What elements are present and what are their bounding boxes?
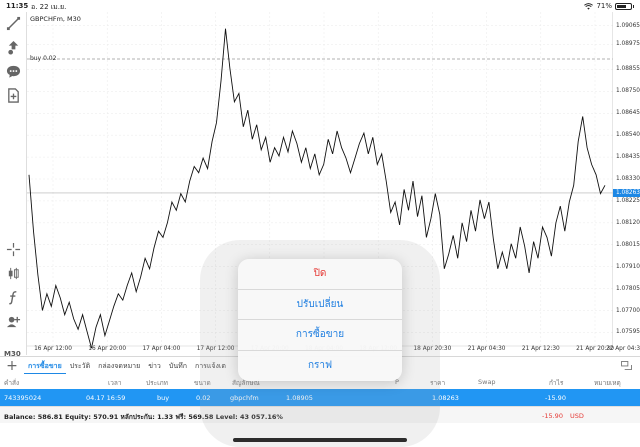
add-icon[interactable]: + <box>0 358 24 374</box>
order-time: 04.17 16:59 <box>86 394 126 402</box>
tab-trade[interactable]: การซื้อขาย <box>24 357 66 375</box>
price-tick-label: 1.08015 <box>616 241 640 248</box>
header-time: เวลา <box>108 379 122 387</box>
balance-currency: USD <box>570 412 584 420</box>
status-right: 71% <box>584 2 634 10</box>
price-tick-label: 1.09065 <box>616 22 640 29</box>
header-ticket: คำสั่ง <box>4 379 20 387</box>
header-comment: หมายเหตุ <box>594 379 621 387</box>
order-ticket: 743395024 <box>4 394 42 402</box>
one-click-trading-icon[interactable] <box>4 38 23 57</box>
price-tick-label: 1.07595 <box>616 329 640 336</box>
time-tick-label: 16 Apr 12:00 <box>34 346 72 352</box>
trade-button[interactable]: การซื้อขาย <box>238 320 402 351</box>
buy-line-label: buy 0.02 <box>30 55 57 62</box>
current-price-badge: 1.08263 <box>613 188 640 197</box>
chart-button[interactable]: กราฟ <box>238 351 402 382</box>
chat-icon[interactable] <box>4 62 23 81</box>
price-tick-label: 1.07700 <box>616 307 640 314</box>
header-swap: Swap <box>478 378 496 386</box>
function-icon[interactable] <box>4 288 23 307</box>
tab-news[interactable]: ข่าว <box>144 357 165 375</box>
time-tick-label: 21 Apr 04:30 <box>467 346 506 352</box>
price-tick-label: 1.08225 <box>616 197 640 204</box>
price-tick-label: 1.08435 <box>616 154 640 161</box>
tab-mailbox[interactable]: กล่องจดหมาย <box>94 357 144 375</box>
battery-percent: 71% <box>596 2 612 10</box>
header-type: ประเภท <box>146 379 168 387</box>
chart-toolbar: M30 <box>0 12 27 358</box>
price-tick-label: 1.08645 <box>616 110 640 117</box>
price-tick-label: 1.08750 <box>616 88 640 95</box>
status-time: 11:35 <box>6 2 29 10</box>
price-tick-label: 1.07805 <box>616 285 640 292</box>
balance-profit: -15.90 <box>542 412 563 420</box>
header-profit: กำไร <box>549 379 564 387</box>
indicators-icon[interactable] <box>4 264 23 283</box>
price-tick-label: 1.08330 <box>616 176 640 182</box>
tab-history[interactable]: ประวัติ <box>66 357 94 375</box>
crosshair-icon[interactable] <box>4 240 23 259</box>
order-action-sheet: ปิด ปรับเปลี่ยน การซื้อขาย กราฟ <box>238 259 402 381</box>
modify-order-button[interactable]: ปรับเปลี่ยน <box>238 290 402 320</box>
price-axis: 1.09065 1.08975 1.08855 1.08750 1.08645 1.085… <box>613 12 640 355</box>
trend-line-icon[interactable] <box>4 14 23 33</box>
new-order-icon[interactable] <box>4 86 23 105</box>
battery-icon <box>615 2 634 10</box>
price-tick-label: 1.08540 <box>616 132 640 139</box>
order-type: buy <box>157 394 170 402</box>
status-bar: 11:35 อ. 22 เม.ย. 71% <box>0 0 640 12</box>
price-tick-label: 1.08855 <box>616 66 640 73</box>
time-tick-label: 16 Apr 20:00 <box>88 346 127 352</box>
switch-view-icon[interactable] <box>621 361 632 370</box>
price-tick-label: 1.08975 <box>616 41 640 48</box>
time-tick-label: 17 Apr 04:00 <box>142 346 181 352</box>
chart-symbol-title: GBPCHFm, M30 <box>30 15 81 23</box>
order-profit: -15.90 <box>545 394 566 402</box>
tab-journal[interactable]: บันทึก <box>165 357 191 375</box>
close-order-button[interactable]: ปิด <box>238 259 402 290</box>
time-tick-label: 22 Apr 04:30 <box>606 346 640 352</box>
price-tick-label: 1.08120 <box>616 219 640 226</box>
price-tick-label: 1.07910 <box>616 263 640 270</box>
objects-icon[interactable] <box>4 312 23 331</box>
wifi-icon <box>584 2 594 10</box>
time-tick-label: 21 Apr 12:30 <box>521 346 560 352</box>
